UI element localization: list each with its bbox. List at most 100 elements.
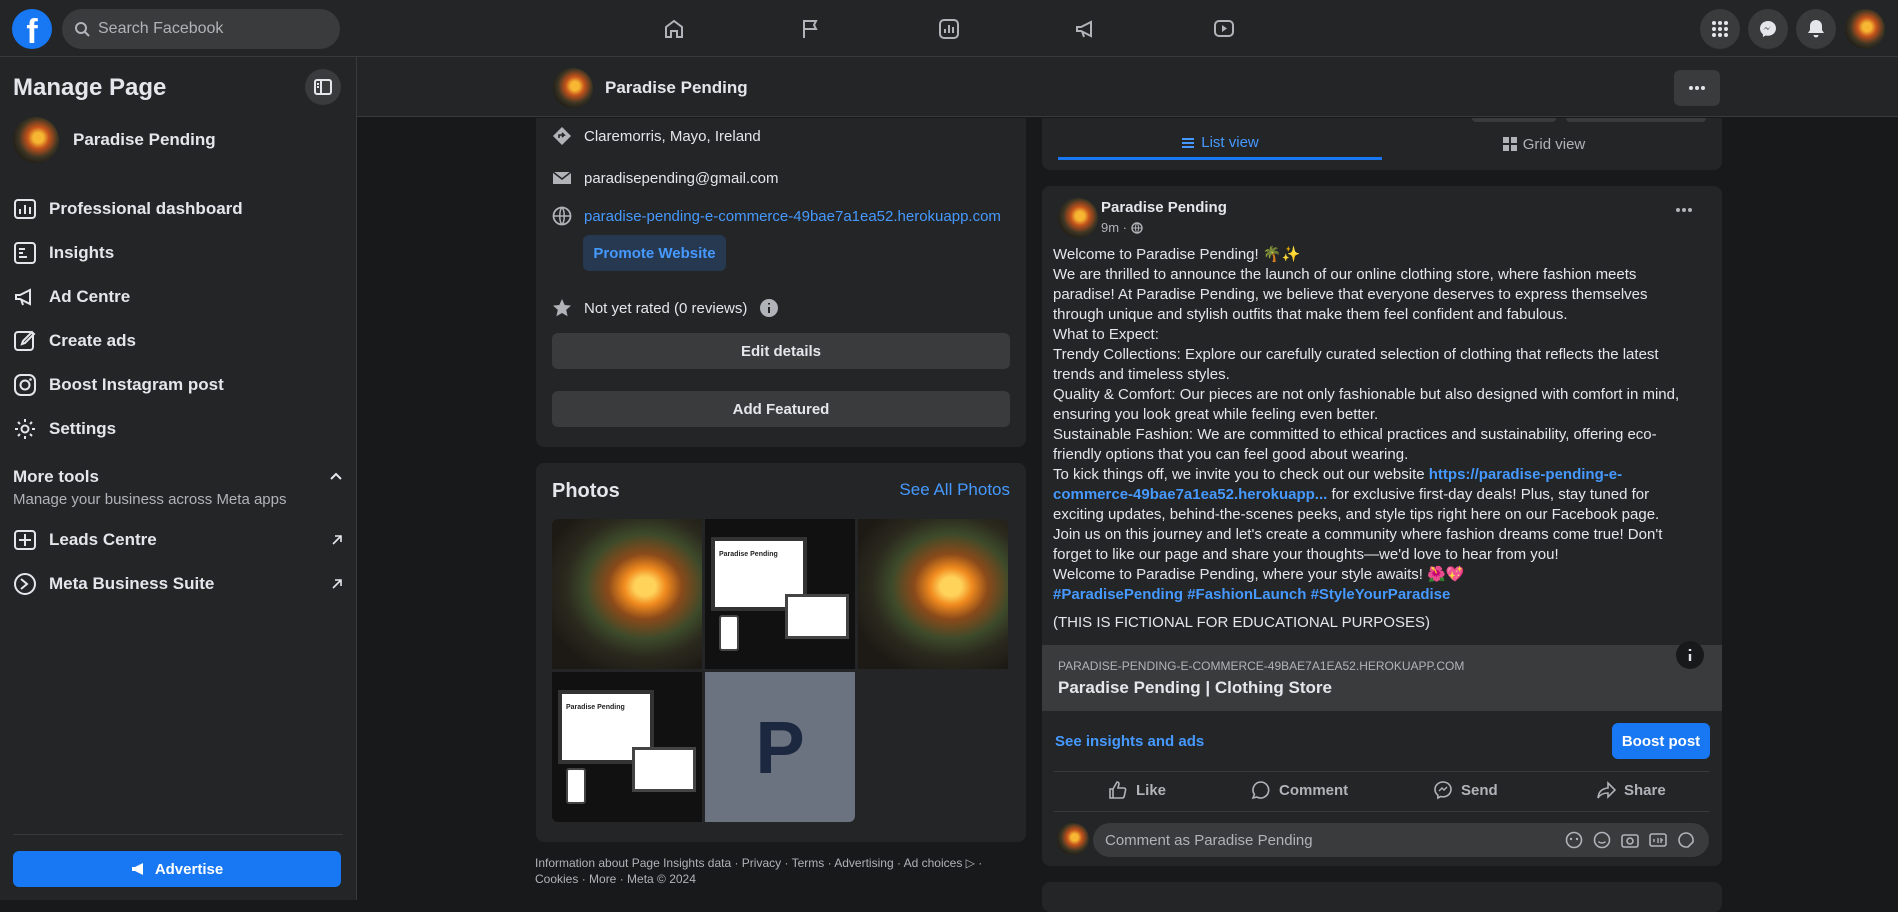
photo-thumbnail-face[interactable] (858, 519, 1008, 669)
commenter-avatar[interactable] (1057, 823, 1089, 855)
location-icon (553, 127, 571, 145)
sidebar-item-boost-instagram-post[interactable]: Boost Instagram post (13, 367, 343, 403)
photo-thumbnail-website[interactable]: Paradise Pending (705, 519, 855, 669)
video-icon[interactable] (1200, 12, 1248, 46)
post-time[interactable]: 9m · (1101, 220, 1127, 235)
share-button[interactable]: Share (1596, 780, 1666, 800)
share-label: Share (1624, 781, 1666, 799)
account-avatar[interactable] (1845, 9, 1885, 49)
gif-icon[interactable] (1649, 831, 1667, 849)
add-featured-label: Add Featured (732, 400, 830, 418)
post-line: Trendy Collections: Explore our carefull… (1053, 346, 1659, 383)
globe-icon (1131, 221, 1143, 234)
sidebar-item-ad-centre[interactable]: Ad Centre (13, 279, 343, 315)
link-preview[interactable]: PARADISE-PENDING-E-COMMERCE-49BAE7A1EA52… (1042, 641, 1722, 711)
see-insights-link[interactable]: See insights and ads (1055, 733, 1204, 750)
post-meta: 9m · (1101, 220, 1143, 235)
add-featured-button[interactable]: Add Featured (552, 391, 1010, 427)
info-icon[interactable] (759, 298, 779, 318)
collapse-sidebar-icon[interactable] (305, 69, 341, 105)
star-icon (553, 299, 571, 317)
page-more-options-button[interactable] (1674, 70, 1720, 106)
thumbs-up-icon (1109, 781, 1127, 799)
like-button[interactable]: Like (1108, 780, 1166, 800)
comment-button[interactable]: Comment (1251, 780, 1348, 800)
emoji-icon[interactable] (1593, 831, 1611, 849)
send-button[interactable]: Send (1433, 780, 1498, 800)
sidebar-page-name: Paradise Pending (73, 130, 216, 149)
rating-row: Not yet rated (0 reviews) (552, 298, 779, 318)
search-bar[interactable] (62, 9, 340, 49)
dashboard-icon (14, 199, 36, 219)
notifications-icon[interactable] (1796, 9, 1836, 49)
tab-list-view[interactable]: List view (1058, 128, 1382, 160)
promote-website-button[interactable]: Promote Website (583, 235, 726, 271)
page-header-title[interactable]: Paradise Pending (553, 68, 748, 108)
sidebar-item-professional-dashboard[interactable]: Professional dashboard (13, 191, 343, 227)
photo-thumbnail-logo[interactable]: P (705, 672, 855, 822)
page-footer-links[interactable]: Information about Page Insights data · P… (535, 855, 1025, 887)
logo-letter: P (755, 705, 805, 789)
website-link[interactable]: paradise-pending-e-commerce-49bae7a1ea52… (584, 208, 1001, 225)
tab-list-view-label: List view (1201, 134, 1259, 151)
post-disclaimer: (THIS IS FICTIONAL FOR EDUCATIONAL PURPO… (1053, 614, 1430, 631)
email-text[interactable]: paradisepending@gmail.com (584, 170, 779, 187)
sidebar-page-profile[interactable]: Paradise Pending (13, 117, 216, 163)
promote-website-label: Promote Website (593, 244, 716, 262)
sidebar-divider (13, 834, 343, 835)
search-input[interactable] (98, 20, 318, 38)
filter-chip[interactable] (1472, 118, 1556, 122)
post-hashtags[interactable]: #ParadisePending #FashionLaunch #StyleYo… (1053, 585, 1702, 605)
more-tools-section[interactable]: More tools Manage your business across M… (13, 467, 343, 508)
post-body: Welcome to Paradise Pending! 🌴✨ We are t… (1053, 245, 1702, 633)
insights-icon[interactable] (925, 12, 973, 46)
comment-label: Comment (1279, 781, 1349, 799)
chevron-up-icon[interactable] (329, 469, 343, 483)
photo-thumbnail-website[interactable]: Paradise Pending (552, 672, 702, 822)
sidebar-item-insights[interactable]: Insights (13, 235, 343, 271)
pencil-icon (14, 330, 36, 351)
external-link-icon (332, 535, 342, 545)
camera-icon[interactable] (1621, 831, 1639, 849)
post-more-options-icon[interactable] (1676, 208, 1692, 212)
photo-thumbnail-face[interactable] (552, 519, 702, 669)
comment-input[interactable] (1105, 831, 1535, 849)
post-line: Sustainable Fashion: We are committed to… (1053, 426, 1657, 463)
sidebar-item-create-ads[interactable]: Create ads (13, 323, 343, 359)
tab-grid-view-label: Grid view (1522, 135, 1586, 153)
flag-icon[interactable] (787, 12, 835, 46)
boost-post-button[interactable]: Boost post (1612, 723, 1710, 759)
sidebar-item-meta-business-suite[interactable]: Meta Business Suite (13, 566, 343, 602)
rating-text: Not yet rated (0 reviews) (584, 299, 748, 317)
more-tools-title: More tools (13, 467, 99, 486)
send-label: Send (1461, 781, 1498, 799)
photos-card: Photos See All Photos Paradise Pending P… (536, 463, 1026, 842)
avatar-sticker-icon[interactable] (1565, 831, 1583, 849)
comment-box[interactable] (1093, 823, 1709, 857)
post-line: Welcome to Paradise Pending, where your … (1053, 566, 1465, 583)
home-icon[interactable] (650, 12, 698, 46)
edit-details-button[interactable]: Edit details (552, 333, 1010, 369)
photos-title: Photos (552, 480, 620, 502)
megaphone-icon[interactable] (1062, 12, 1110, 46)
tab-grid-view[interactable]: Grid view (1382, 128, 1706, 160)
page-avatar (553, 68, 593, 108)
post-author-avatar[interactable] (1058, 198, 1098, 238)
messenger-icon (1434, 781, 1452, 800)
messenger-icon[interactable] (1748, 9, 1788, 49)
sticker-icon[interactable] (1677, 831, 1695, 849)
post-divider (1054, 811, 1710, 812)
filter-chip[interactable] (1566, 118, 1706, 122)
see-all-photos-link[interactable]: See All Photos (899, 480, 1010, 500)
meta-business-icon (14, 573, 36, 595)
sidebar-item-label: Professional dashboard (49, 199, 243, 218)
advertise-button[interactable]: Advertise (13, 851, 341, 887)
more-dots-icon (1689, 86, 1705, 90)
menu-grid-icon[interactable] (1700, 9, 1740, 49)
leads-icon (14, 530, 36, 550)
sidebar-item-leads-centre[interactable]: Leads Centre (13, 522, 343, 558)
link-info-icon[interactable] (1676, 641, 1704, 669)
sidebar-item-settings[interactable]: Settings (13, 411, 343, 447)
facebook-logo[interactable]: f (12, 9, 52, 49)
post-author-name[interactable]: Paradise Pending (1101, 199, 1227, 216)
